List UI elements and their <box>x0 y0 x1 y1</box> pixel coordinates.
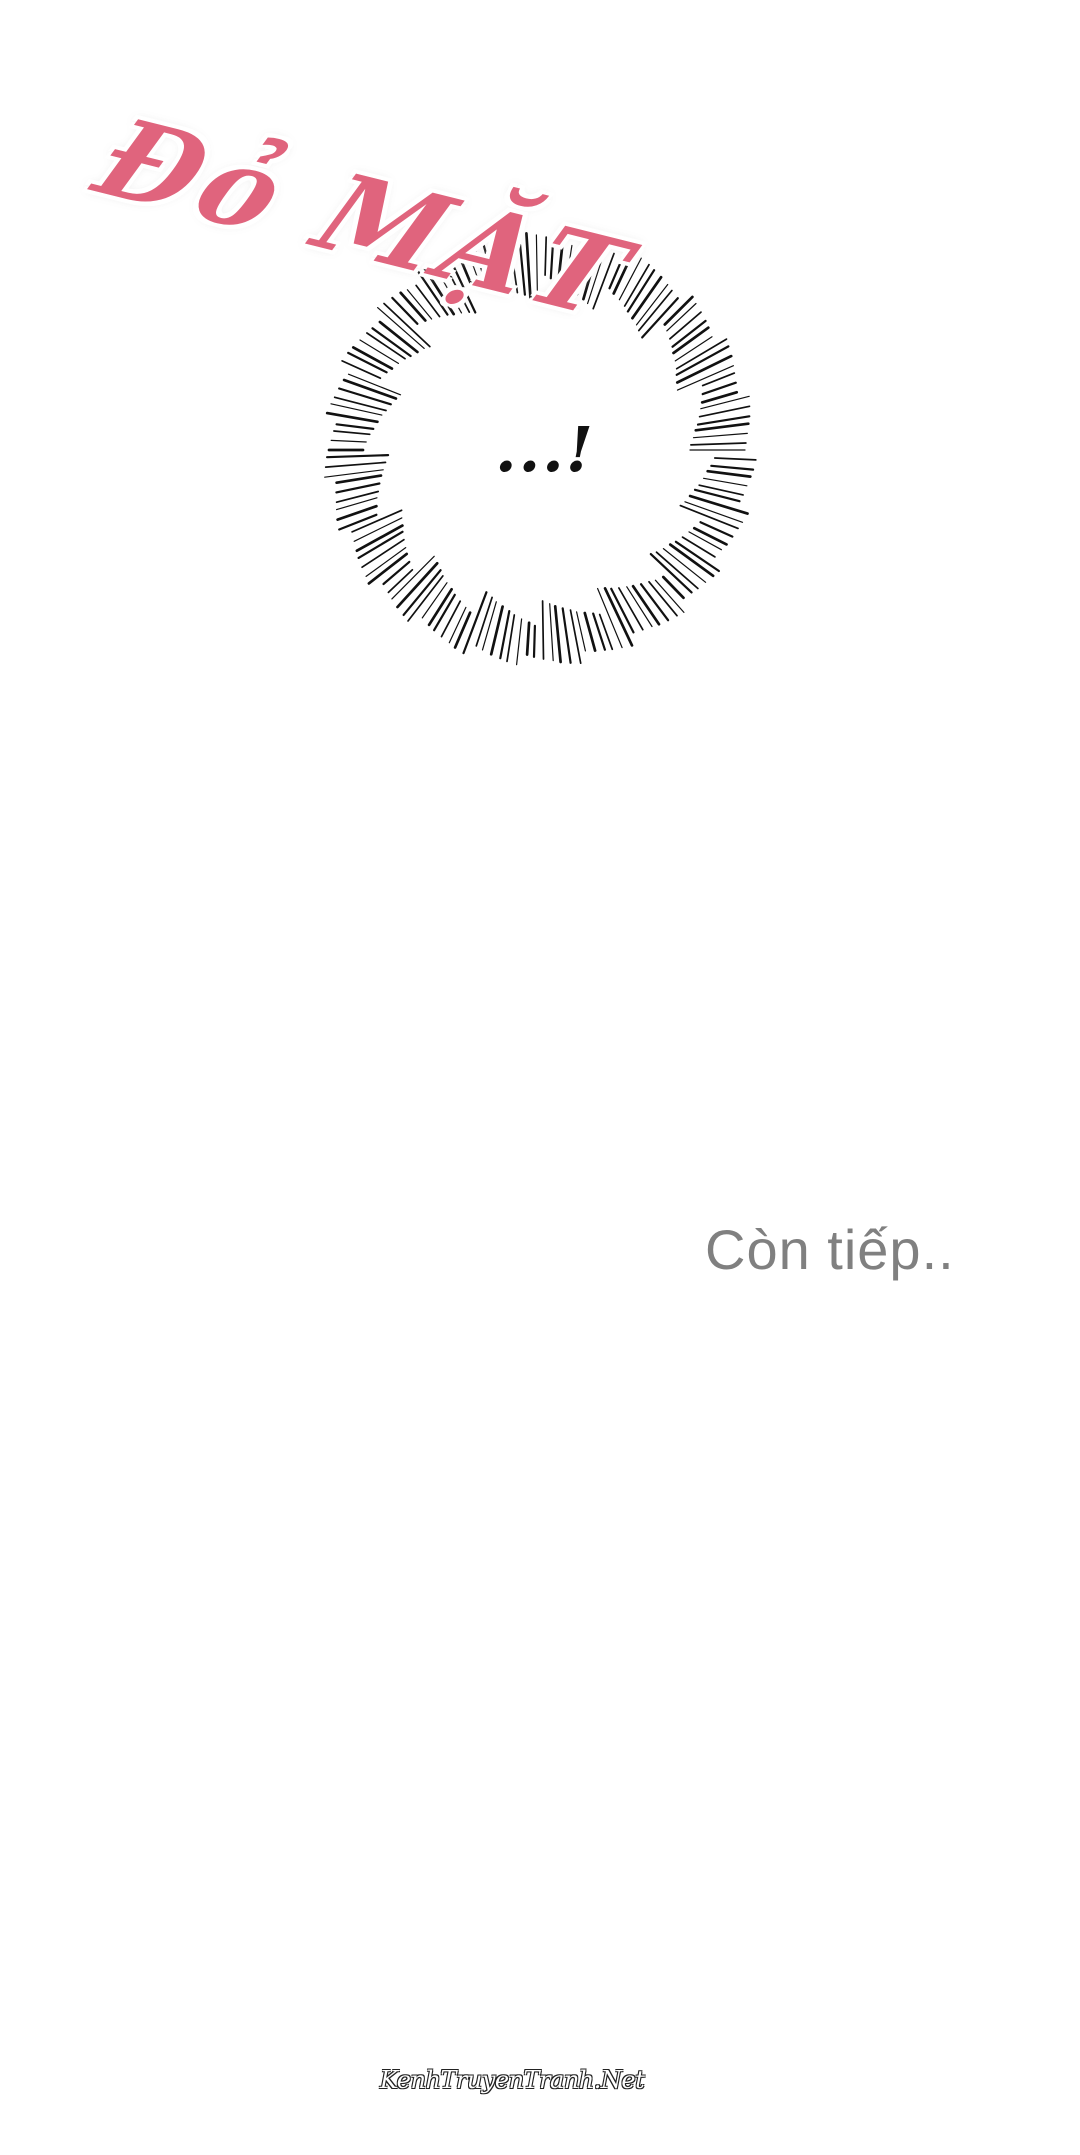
burst-line <box>333 396 387 412</box>
burst-line <box>655 551 699 590</box>
burst-line <box>553 604 562 664</box>
site-watermark: KenhTruyenTranh.Net <box>380 2066 645 2094</box>
burst-line <box>335 474 383 485</box>
burst-line <box>440 600 462 638</box>
burst-line <box>592 612 606 651</box>
burst-line <box>335 490 380 504</box>
burst-line <box>681 536 716 558</box>
burst-line <box>396 561 439 609</box>
speech-exclamation: ...! <box>495 413 595 486</box>
burst-line <box>335 482 381 494</box>
burst-line <box>330 439 367 443</box>
comic-panel: Đỏ MẶT ...! Còn tiếp.. KenhTruyenTranh.N… <box>0 0 1080 2155</box>
burst-line <box>382 560 411 586</box>
burst-line <box>324 461 387 468</box>
burst-line <box>710 464 755 471</box>
to-be-continued-text: Còn tiếp.. <box>705 1218 955 1281</box>
burst-line <box>583 611 597 652</box>
burst-line <box>516 618 523 666</box>
burst-line <box>690 442 747 446</box>
sfx-blush: Đỏ MẶT <box>77 95 655 375</box>
burst-line <box>475 596 493 647</box>
burst-line <box>391 555 435 600</box>
burst-line <box>525 621 531 656</box>
burst-line <box>569 609 582 665</box>
burst-line <box>541 600 545 660</box>
burst-line <box>698 405 751 418</box>
burst-line <box>333 430 371 436</box>
sfx-blush-text: Đỏ MẶT <box>77 95 652 343</box>
burst-line <box>661 575 685 600</box>
burst-line <box>330 403 383 416</box>
burst-line <box>703 477 748 487</box>
burst-line <box>335 423 375 430</box>
burst-line <box>713 457 757 461</box>
burst-line <box>692 432 748 439</box>
burst-line <box>706 469 752 478</box>
burst-line <box>549 603 554 662</box>
burst-line <box>325 454 390 459</box>
burst-line <box>700 395 750 410</box>
burst-line <box>532 624 536 658</box>
burst-line <box>561 607 572 664</box>
burst-line <box>325 411 379 424</box>
burst-line <box>688 494 749 515</box>
burst-line <box>338 387 392 406</box>
